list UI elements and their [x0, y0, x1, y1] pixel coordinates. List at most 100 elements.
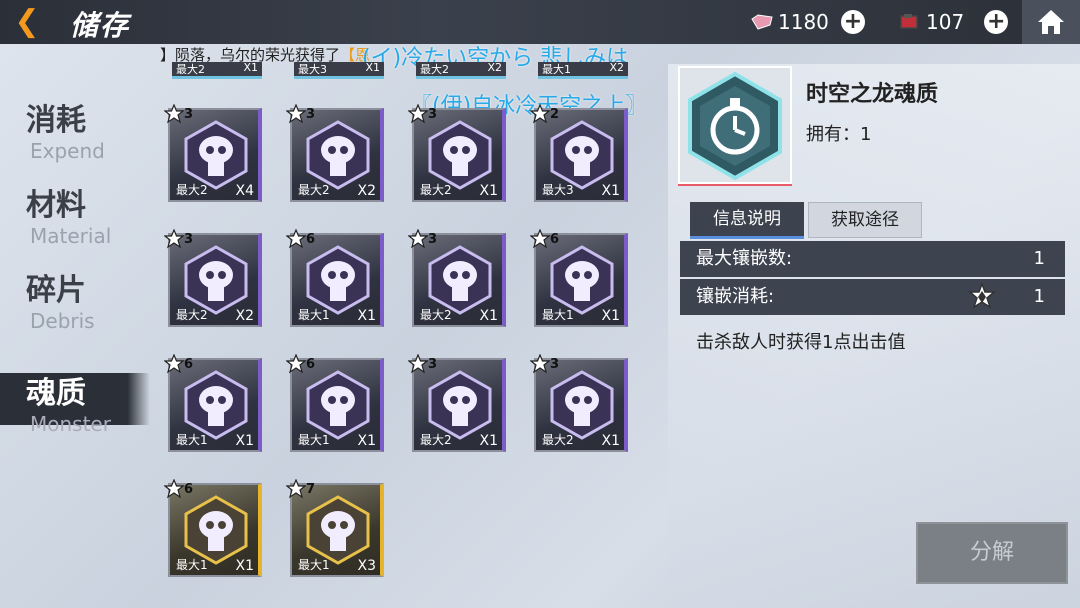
soul-item[interactable]: 3 最大2 X2: [164, 229, 262, 327]
curled-horn-icon: [306, 370, 370, 440]
item-max: 最大1: [298, 433, 330, 447]
gem-icon: [751, 14, 773, 30]
selected-item-thumbnail: [678, 66, 792, 184]
armored-beast-icon: [428, 245, 492, 315]
item-count: X4: [235, 183, 255, 199]
item-count: X2: [235, 308, 255, 324]
category-label: 碎片: [26, 273, 86, 308]
tab-info[interactable]: 信息说明: [690, 202, 804, 239]
home-icon: [1038, 10, 1064, 34]
item-count: X1: [365, 61, 380, 74]
ram-skull-icon: [550, 245, 614, 315]
home-button[interactable]: [1022, 0, 1080, 44]
crested-skull-icon: [428, 120, 492, 190]
soul-item[interactable]: 6 最大1 X1: [164, 479, 262, 577]
item-max: 最大2: [176, 183, 208, 197]
soul-item[interactable]: 6 最大1 X1: [286, 354, 384, 452]
gem-count: 1180: [778, 10, 829, 34]
item-max: 最大1: [542, 308, 574, 322]
item-max: 最大2: [420, 183, 452, 197]
soul-item[interactable]: 3 最大2 X1: [530, 354, 628, 452]
soul-item[interactable]: 6 最大1 X1: [286, 229, 384, 327]
category-sublabel: Debris: [30, 309, 95, 333]
page-title: 储存: [70, 9, 131, 42]
stat-row-inlay-cost: 镶嵌消耗: 1: [680, 279, 1065, 315]
spider-beast-icon: [184, 370, 248, 440]
skull-tie-icon: [184, 245, 248, 315]
star-icon: [530, 229, 550, 249]
soul-item[interactable]: 6 最大1 X1: [530, 229, 628, 327]
star-icon: [164, 479, 184, 499]
item-count: X1: [601, 433, 621, 449]
stamina-icon: [900, 14, 918, 29]
tusked-beast-icon: [550, 120, 614, 190]
item-count: X1: [601, 308, 621, 324]
add-gems-button[interactable]: +: [840, 10, 865, 34]
category-expend[interactable]: 消耗 Expend: [0, 100, 150, 185]
soul-item[interactable]: 3 最大2 X4: [164, 104, 262, 202]
category-material[interactable]: 材料 Material: [0, 185, 150, 270]
item-max: 最大3: [298, 63, 327, 76]
category-monster[interactable]: 魂质 Monster: [0, 373, 150, 434]
add-stamina-button[interactable]: +: [984, 10, 1009, 34]
star-icon: [164, 104, 184, 124]
item-max: 最大2: [420, 63, 449, 76]
stamina-counter: 107 +: [898, 8, 1009, 36]
item-count: X1: [357, 308, 377, 324]
category-label: 消耗: [26, 103, 86, 138]
category-sublabel: Expend: [30, 139, 105, 163]
selected-item-owned: 拥有：1: [806, 124, 872, 145]
category-label: 魂质: [26, 376, 86, 411]
fanged-beast-icon: [306, 120, 370, 190]
item-max: 最大2: [420, 433, 452, 447]
partial-item[interactable]: 最大2 X2: [416, 61, 506, 79]
item-max: 最大2: [420, 308, 452, 322]
stat-row-max-slots: 最大镶嵌数: 1: [680, 241, 1065, 277]
soul-item[interactable]: 3 最大2 X1: [408, 104, 506, 202]
soul-item[interactable]: 3 最大2 X2: [286, 104, 384, 202]
category-sublabel: Material: [30, 224, 112, 248]
item-description: 击杀敌人时获得1点出击值: [696, 332, 906, 353]
item-count: X3: [357, 558, 377, 574]
soul-item[interactable]: 2 最大3 X1: [530, 104, 628, 202]
stat-value: 1: [1033, 286, 1045, 307]
item-max: 最大1: [298, 558, 330, 572]
decompose-button[interactable]: 分解: [916, 522, 1068, 584]
item-count: X2: [487, 61, 502, 74]
partial-item[interactable]: 最大2 X1: [172, 61, 262, 79]
star-icon: [286, 229, 306, 249]
ram-skull-icon: [184, 495, 248, 565]
category-sidebar: 消耗 Expend 材料 Material 碎片 Debris 魂质 Monst…: [0, 100, 150, 434]
stat-label: 最大镶嵌数:: [696, 248, 793, 269]
star-icon: [530, 354, 550, 374]
item-count: X1: [479, 183, 499, 199]
partial-item[interactable]: 最大3 X1: [294, 61, 384, 79]
soul-item[interactable]: 3 最大2 X1: [408, 354, 506, 452]
gem-counter: 1180 +: [750, 8, 865, 36]
item-count: X1: [479, 308, 499, 324]
helmet-skull-icon: [550, 370, 614, 440]
item-count: X1: [601, 183, 621, 199]
item-count: X1: [243, 61, 258, 74]
star-icon: [286, 479, 306, 499]
item-count: X1: [357, 433, 377, 449]
star-icon: [530, 104, 550, 124]
star-icon: [164, 229, 184, 249]
item-max: 最大1: [176, 558, 208, 572]
category-label: 材料: [26, 188, 86, 223]
soul-item[interactable]: 3 最大2 X1: [408, 229, 506, 327]
category-debris[interactable]: 碎片 Debris: [0, 270, 150, 355]
soul-item[interactable]: 6 最大1 X1: [164, 354, 262, 452]
back-arrow-icon[interactable]: ❮: [10, 6, 44, 38]
item-max: 最大2: [542, 433, 574, 447]
star-icon: [408, 354, 428, 374]
item-max: 最大3: [542, 183, 574, 197]
selected-item-name: 时空之龙魂质: [806, 82, 939, 107]
category-sublabel: Monster: [30, 412, 111, 436]
soul-item[interactable]: 7 最大1 X3: [286, 479, 384, 577]
star-cost-icon: [968, 283, 996, 309]
item-count: X1: [479, 433, 499, 449]
tab-source[interactable]: 获取途径: [808, 202, 922, 238]
partial-item[interactable]: 最大1 X2: [538, 61, 628, 79]
item-max: 最大2: [298, 183, 330, 197]
